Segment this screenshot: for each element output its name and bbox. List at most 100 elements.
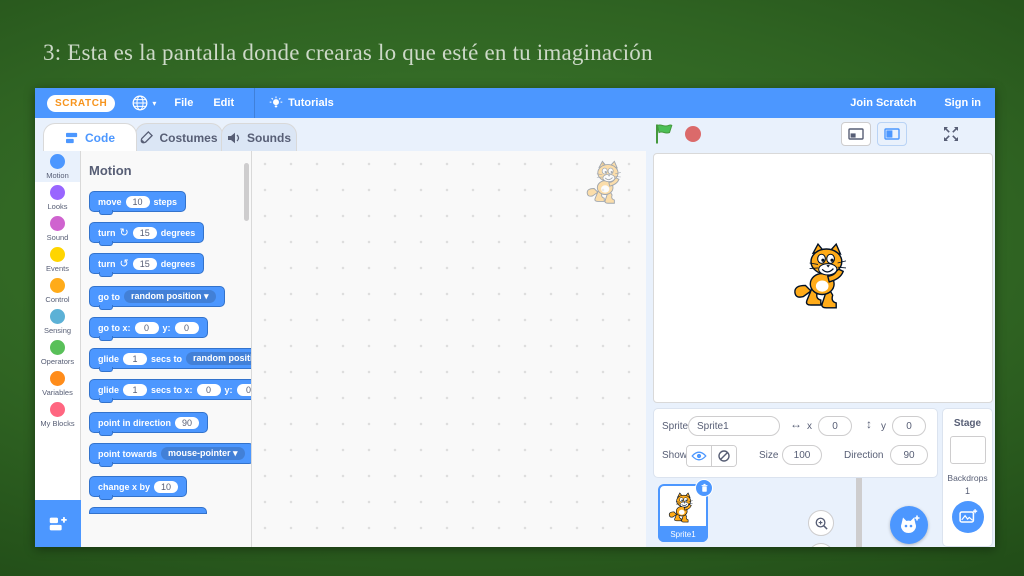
delete-sprite-button[interactable] — [695, 479, 713, 497]
rotate-icon: ↺ — [119, 258, 129, 270]
x-position-input[interactable]: 0 — [818, 416, 852, 436]
block-label: go to — [98, 291, 120, 302]
palette-block-10[interactable] — [89, 507, 207, 514]
tab-sounds[interactable]: Sounds — [221, 123, 297, 151]
block-input[interactable]: 1 — [123, 352, 148, 365]
palette-block-1[interactable]: turn ↻ 15 degrees — [89, 222, 205, 246]
y-label: y — [881, 421, 886, 432]
stage[interactable] — [653, 153, 993, 403]
join-scratch-link[interactable]: Join Scratch — [850, 97, 916, 109]
category-operators[interactable]: Operators — [35, 337, 80, 368]
direction-label: Direction — [844, 450, 884, 461]
block-input[interactable]: 10 — [125, 195, 150, 208]
backdrops-count: 1 — [964, 486, 970, 496]
code-canvas[interactable]: = — [252, 151, 862, 547]
language-selector[interactable]: ▾ — [131, 94, 156, 112]
block-input[interactable]: 0 — [196, 383, 221, 396]
tab-costumes[interactable]: Costumes — [135, 123, 223, 151]
block-dropdown[interactable]: mouse-pointer ▾ — [161, 447, 245, 460]
scratch-cat-sprite[interactable] — [790, 236, 860, 318]
zoom-out-button[interactable] — [808, 543, 834, 547]
menu-file[interactable]: File — [174, 97, 193, 109]
palette-block-3[interactable]: go to random position ▾ — [89, 286, 225, 310]
small-stage-icon — [848, 128, 864, 140]
small-stage-button[interactable] — [841, 122, 871, 146]
zoom-in-icon — [815, 517, 828, 530]
stage-panel-title: Stage — [953, 418, 982, 429]
category-control[interactable]: Control — [35, 275, 80, 306]
block-input[interactable]: 0 — [236, 383, 251, 396]
large-stage-button[interactable] — [877, 122, 907, 146]
size-input[interactable]: 100 — [782, 445, 822, 465]
scratch-logo[interactable]: SCRATCH — [47, 94, 116, 112]
add-backdrop-button[interactable] — [951, 501, 984, 533]
green-flag-button[interactable] — [653, 123, 675, 145]
palette-block-9[interactable]: change x by 10 — [89, 476, 188, 500]
menu-bar: SCRATCH ▾ File Edit Tutorials Join Scrat… — [35, 88, 995, 118]
zoom-in-button[interactable] — [808, 510, 834, 536]
y-position-icon: ↕ — [866, 417, 872, 431]
block-label: secs to x: — [151, 384, 193, 395]
block-input[interactable]: 0 — [174, 321, 199, 334]
category-label: Looks — [47, 201, 68, 211]
palette-blocks: move 10 steps turn ↻ 15 degrees turn ↺ 15 degrees g… — [89, 191, 251, 514]
block-dropdown[interactable]: random position ▾ — [124, 290, 216, 303]
block-label: go to x: — [98, 322, 131, 333]
tab-code[interactable]: Code — [43, 123, 137, 151]
block-label: point in direction — [98, 417, 171, 428]
green-flag-icon — [656, 124, 673, 144]
block-input[interactable]: 1 — [123, 383, 148, 396]
category-sound[interactable]: Sound — [35, 213, 80, 244]
backdrop-thumbnail[interactable] — [949, 436, 986, 464]
category-color-dot — [50, 308, 65, 324]
sign-in-link[interactable]: Sign in — [944, 97, 981, 109]
trash-icon — [701, 483, 707, 492]
sprite-card-sprite1[interactable]: Sprite1 — [658, 479, 713, 542]
sprite-info-panel: Sprite Sprite1 ↔ x 0 ↕ y 0 Show Size 100… — [653, 408, 938, 478]
menu-edit[interactable]: Edit — [213, 97, 234, 109]
direction-input[interactable]: 90 — [890, 445, 928, 465]
stop-button[interactable] — [685, 126, 701, 142]
category-events[interactable]: Events — [35, 244, 80, 275]
palette-block-7[interactable]: point in direction 90 — [89, 412, 209, 436]
category-my-blocks[interactable]: My Blocks — [35, 399, 80, 430]
palette-block-5[interactable]: glide1secs torandom position ▾ — [89, 348, 251, 372]
presentation-slide: 3: Esta es la pantalla donde crearas lo … — [0, 0, 1024, 576]
category-variables[interactable]: Variables — [35, 368, 80, 399]
palette-block-2[interactable]: turn ↺ 15 degrees — [89, 253, 205, 277]
sprite-name-input[interactable]: Sprite1 — [688, 416, 780, 436]
palette-scrollbar[interactable] — [244, 163, 249, 221]
category-color-dot — [50, 401, 65, 417]
category-color-dot — [50, 153, 65, 169]
x-position-icon: ↔ — [790, 417, 802, 431]
palette-block-4[interactable]: go to x: 0 y: 0 — [89, 317, 208, 341]
sprite-thumbnail-cat — [667, 490, 699, 526]
code-blocks-icon — [66, 132, 78, 143]
category-label: Variables — [42, 387, 73, 397]
block-input[interactable]: 15 — [132, 226, 157, 239]
menu-tutorials[interactable]: Tutorials — [269, 96, 334, 110]
show-sprite-button[interactable] — [687, 446, 712, 466]
category-sensing[interactable]: Sensing — [35, 306, 80, 337]
menu-tutorials-label: Tutorials — [288, 97, 334, 109]
palette-block-0[interactable]: move 10 steps — [89, 191, 187, 215]
hide-sprite-button[interactable] — [712, 446, 736, 466]
y-position-input[interactable]: 0 — [892, 416, 926, 436]
palette-block-6[interactable]: glide 1 secs to x: 0 y: 0 — [89, 379, 251, 403]
block-input[interactable]: 90 — [175, 416, 200, 429]
category-motion[interactable]: Motion — [35, 151, 80, 182]
stage-selector-panel[interactable]: Stage Backdrops 1 — [942, 408, 993, 547]
block-categories: Motion Looks Sound Events Control Sensing Oper… — [35, 151, 81, 500]
eye-slash-icon — [718, 450, 730, 462]
block-input[interactable]: 0 — [134, 321, 159, 334]
palette-block-8[interactable]: point towards mouse-pointer ▾ — [89, 443, 251, 467]
category-looks[interactable]: Looks — [35, 182, 80, 213]
block-dropdown[interactable]: random position ▾ — [186, 352, 251, 365]
add-extension-button[interactable] — [35, 500, 81, 547]
add-sprite-button[interactable] — [890, 506, 928, 544]
block-input[interactable]: 15 — [132, 257, 157, 270]
block-input[interactable]: 10 — [154, 480, 179, 493]
large-stage-icon — [884, 128, 900, 140]
block-label: y: — [162, 322, 171, 333]
fullscreen-button[interactable] — [941, 124, 961, 144]
